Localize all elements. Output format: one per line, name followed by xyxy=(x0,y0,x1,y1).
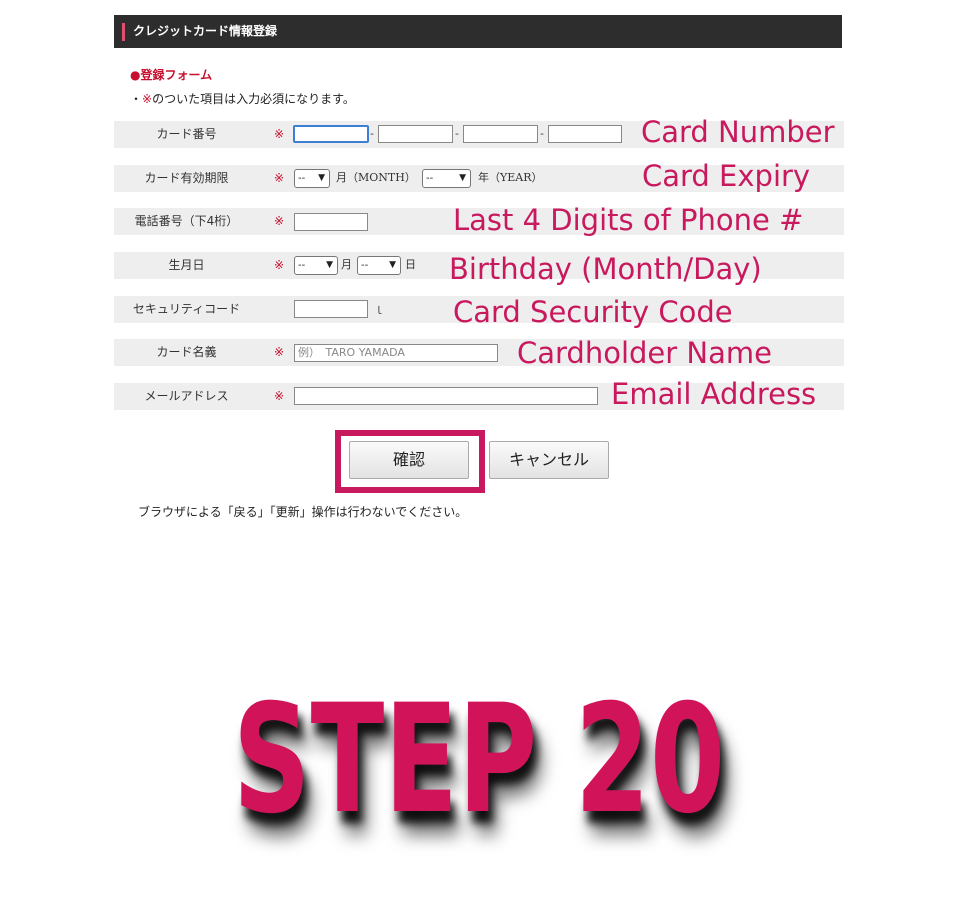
note-text: のついた項目は入力必須になります。 xyxy=(152,92,355,106)
confirm-highlight-box xyxy=(335,430,485,493)
annotation-cardholder-name: Cardholder Name xyxy=(517,336,772,370)
annotation-email: Email Address xyxy=(611,377,817,411)
form-section-title: ●登録フォーム xyxy=(130,68,213,82)
card-expiry-label: カード有効期限 xyxy=(144,171,229,185)
birth-day-select[interactable]: -- ▼ xyxy=(357,256,401,275)
birth-month-unit: 月 xyxy=(341,258,352,271)
security-code-input[interactable] xyxy=(294,300,368,318)
chevron-down-icon: ▼ xyxy=(389,260,396,270)
cancel-button[interactable]: キャンセル xyxy=(489,441,609,479)
required-note: ・※のついた項目は入力必須になります。 xyxy=(130,90,355,107)
birth-month-select[interactable]: -- ▼ xyxy=(294,256,338,275)
security-code-help: ｌ xyxy=(374,306,384,317)
card-number-field-1[interactable] xyxy=(293,125,369,143)
step-banner: STEP 20 xyxy=(232,673,726,847)
annotation-card-expiry: Card Expiry xyxy=(642,159,811,193)
annotation-birthday: Birthday (Month/Day) xyxy=(449,252,762,286)
phone-last4-input[interactable] xyxy=(294,213,368,231)
annotation-phone: Last 4 Digits of Phone # xyxy=(453,203,804,237)
birth-month-value: -- xyxy=(298,260,306,271)
birthday-label: 生月日 xyxy=(168,258,205,272)
expiry-month-unit: 月（MONTH） xyxy=(336,171,416,184)
form-header-bar: クレジットカード情報登録 xyxy=(114,15,842,48)
email-input[interactable] xyxy=(294,387,598,405)
card-number-field-3[interactable] xyxy=(463,125,538,143)
required-mark: ※ xyxy=(274,171,285,185)
required-mark: ※ xyxy=(274,345,285,359)
expiry-month-value: -- xyxy=(298,173,306,184)
phone-label: 電話番号（下4桁） xyxy=(134,214,239,228)
birth-day-unit: 日 xyxy=(405,258,416,271)
card-number-label: カード番号 xyxy=(156,127,217,141)
expiry-year-unit: 年（YEAR） xyxy=(478,171,543,184)
card-number-field-2[interactable] xyxy=(378,125,453,143)
annotation-security-code: Card Security Code xyxy=(453,295,733,329)
annotation-card-number: Card Number xyxy=(641,115,835,149)
required-mark: ※ xyxy=(274,389,285,403)
cardholder-name-input[interactable]: 例） TARO YAMADA xyxy=(294,344,498,362)
security-code-label: セキュリティコード xyxy=(132,302,241,316)
required-mark: ※ xyxy=(274,258,285,272)
expiry-year-value: -- xyxy=(426,173,434,184)
cardholder-name-label: カード名義 xyxy=(156,345,217,359)
birth-day-value: -- xyxy=(361,260,369,271)
card-number-field-4[interactable] xyxy=(548,125,622,143)
required-mark: ※ xyxy=(274,127,285,141)
expiry-year-select[interactable]: -- ▼ xyxy=(422,169,471,188)
expiry-month-select[interactable]: -- ▼ xyxy=(294,169,330,188)
chevron-down-icon: ▼ xyxy=(459,173,466,183)
note-prefix: ・ xyxy=(130,92,143,106)
separator: - xyxy=(455,127,459,140)
chevron-down-icon: ▼ xyxy=(318,173,325,183)
separator: - xyxy=(540,127,544,140)
required-mark: ※ xyxy=(274,214,285,228)
email-label: メールアドレス xyxy=(144,389,229,403)
separator: - xyxy=(370,127,374,140)
required-mark: ※ xyxy=(142,92,153,106)
chevron-down-icon: ▼ xyxy=(326,260,333,270)
header-accent-bar xyxy=(122,23,125,41)
browser-warning-note: ブラウザによる「戻る」「更新」操作は行わないでください。 xyxy=(138,505,468,519)
page-title: クレジットカード情報登録 xyxy=(133,24,278,38)
